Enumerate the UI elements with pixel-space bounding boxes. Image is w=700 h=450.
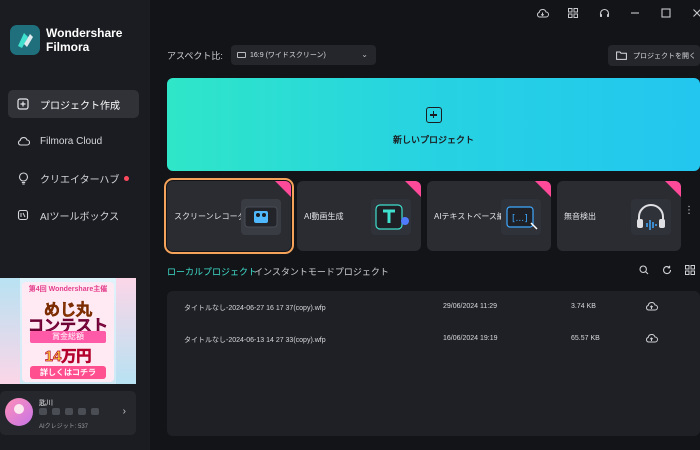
close-icon[interactable] — [690, 6, 700, 20]
refresh-icon[interactable] — [661, 264, 672, 275]
new-project-button[interactable]: 新しいプロジェクト — [167, 78, 700, 171]
aspect-ratio-label: アスペクト比: — [167, 51, 223, 61]
banner-line6: 詳しくはコチラ — [30, 366, 106, 379]
sidebar-item-create-project[interactable]: プロジェクト作成 — [8, 90, 139, 118]
cloud-upload-icon[interactable] — [645, 333, 658, 345]
tool-card-screen-recorder[interactable]: スクリーンレコーダー — [164, 178, 294, 254]
tool-card-ai-video[interactable]: AI動画生成 — [297, 181, 421, 251]
project-name: タイトルなし-2024-06-27 16 17 37(copy).wfp — [184, 305, 326, 312]
tool-card-silence-detect[interactable]: 無音検出 — [557, 181, 681, 251]
user-badges — [39, 408, 99, 415]
sidebar-item-label: クリエイターハブ — [40, 174, 120, 186]
grid-icon[interactable] — [566, 6, 580, 20]
cloud-upload-icon[interactable] — [645, 301, 658, 313]
table-row[interactable]: タイトルなし-2024-06-27 16 17 37(copy).wfp 29/… — [167, 297, 700, 319]
logo-line2: Filmora — [46, 40, 90, 54]
sidebar-item-filmora-cloud[interactable]: Filmora Cloud — [8, 127, 139, 155]
maximize-icon[interactable] — [659, 6, 673, 20]
tab-local-projects[interactable]: ローカルプロジェクト — [167, 265, 257, 278]
more-tools-button[interactable]: ⋮ — [683, 205, 695, 225]
folder-icon — [616, 51, 627, 60]
open-project-button[interactable]: プロジェクトを開く — [608, 45, 700, 66]
badge-icon — [39, 408, 47, 415]
tool-label: AI動画生成 — [304, 212, 344, 221]
open-project-label: プロジェクトを開く — [633, 52, 696, 60]
project-size: 65.57 KB — [571, 335, 600, 342]
badge-icon — [91, 408, 99, 415]
search-icon[interactable] — [638, 264, 649, 275]
quick-tools: スクリーンレコーダー AI動画生成 AIテキストベース編集 [...] 無音検出 — [164, 178, 700, 254]
tool-card-ai-text-edit[interactable]: AIテキストベース編集 [...] — [427, 181, 551, 251]
badge-icon — [65, 408, 73, 415]
app-logo: Wondershare Filmora — [10, 25, 122, 55]
banner-line1: 第4回 Wondershare主催 — [28, 286, 108, 293]
new-project-label: 新しいプロジェクト — [392, 135, 474, 145]
headphones-icon — [631, 199, 671, 235]
chevron-right-icon: › — [122, 406, 126, 417]
chevron-down-icon: ⌄ — [361, 50, 368, 59]
sidebar-item-creator-hub[interactable]: クリエイターハブ — [8, 164, 139, 192]
user-name: 匙川 — [39, 400, 53, 407]
sidebar-item-ai-toolbox[interactable]: AIツールボックス — [8, 201, 139, 229]
new-badge — [405, 181, 421, 197]
badge-icon — [78, 408, 86, 415]
filmora-logo-icon — [10, 25, 40, 55]
badge-icon — [52, 408, 60, 415]
tool-label: 無音検出 — [564, 212, 596, 221]
new-badge — [275, 181, 291, 197]
title-bar-controls — [535, 6, 700, 20]
minimize-icon[interactable] — [628, 6, 642, 20]
aspect-ratio-value: 16:9 (ワイドスクリーン) — [250, 52, 326, 59]
screen-icon — [237, 52, 246, 58]
table-row[interactable]: タイトルなし-2024-06-13 14 27 33(copy).wfp 16/… — [167, 329, 700, 351]
project-name: タイトルなし-2024-06-13 14 27 33(copy).wfp — [184, 337, 326, 344]
project-date: 29/06/2024 11:29 — [443, 303, 497, 310]
aspect-ratio-select[interactable]: 16:9 (ワイドスクリーン) ⌄ — [231, 45, 376, 65]
plus-square-icon — [16, 97, 30, 111]
new-badge — [665, 181, 681, 197]
lightbulb-icon — [16, 171, 30, 185]
grid-view-icon[interactable] — [684, 264, 695, 275]
ai-credit: AIクレジット: 537 — [39, 424, 89, 430]
project-size: 3.74 KB — [571, 303, 596, 310]
headset-icon[interactable] — [597, 6, 611, 20]
new-badge — [535, 181, 551, 197]
screen-recorder-icon — [241, 199, 281, 235]
sidebar: Wondershare Filmora プロジェクト作成 Filmora Clo… — [0, 0, 150, 450]
project-list-tools — [638, 264, 695, 275]
contest-banner[interactable]: 第4回 Wondershare主催 めじ丸 コンテスト 賞金総額 14万円 詳し… — [0, 278, 136, 384]
project-date: 16/06/2024 19:19 — [443, 335, 498, 342]
ai-toolbox-icon — [16, 208, 30, 222]
avatar — [5, 398, 33, 426]
banner-line5: 14万円 — [44, 348, 92, 366]
ai-text-edit-icon: [...] — [501, 199, 541, 235]
svg-text:[...]: [...] — [512, 214, 528, 224]
notification-dot — [124, 176, 129, 181]
ai-video-icon — [371, 199, 411, 235]
logo-line1: Wondershare — [46, 26, 123, 40]
plus-icon — [425, 107, 442, 123]
tab-instant-mode-projects[interactable]: インスタントモードプロジェクト — [254, 265, 389, 278]
sidebar-item-label: Filmora Cloud — [40, 135, 103, 147]
banner-line4: 賞金総額 — [30, 331, 106, 343]
sidebar-item-label: AIツールボックス — [40, 211, 120, 223]
user-card[interactable]: 匙川 AIクレジット: 537 › — [0, 391, 136, 435]
cloud-download-icon[interactable] — [535, 6, 549, 20]
project-list: タイトルなし-2024-06-27 16 17 37(copy).wfp 29/… — [167, 291, 700, 436]
cloud-icon — [16, 134, 30, 148]
sidebar-nav: プロジェクト作成 Filmora Cloud クリエイターハブ AIツールボック… — [8, 90, 139, 238]
sidebar-item-label: プロジェクト作成 — [40, 100, 120, 112]
